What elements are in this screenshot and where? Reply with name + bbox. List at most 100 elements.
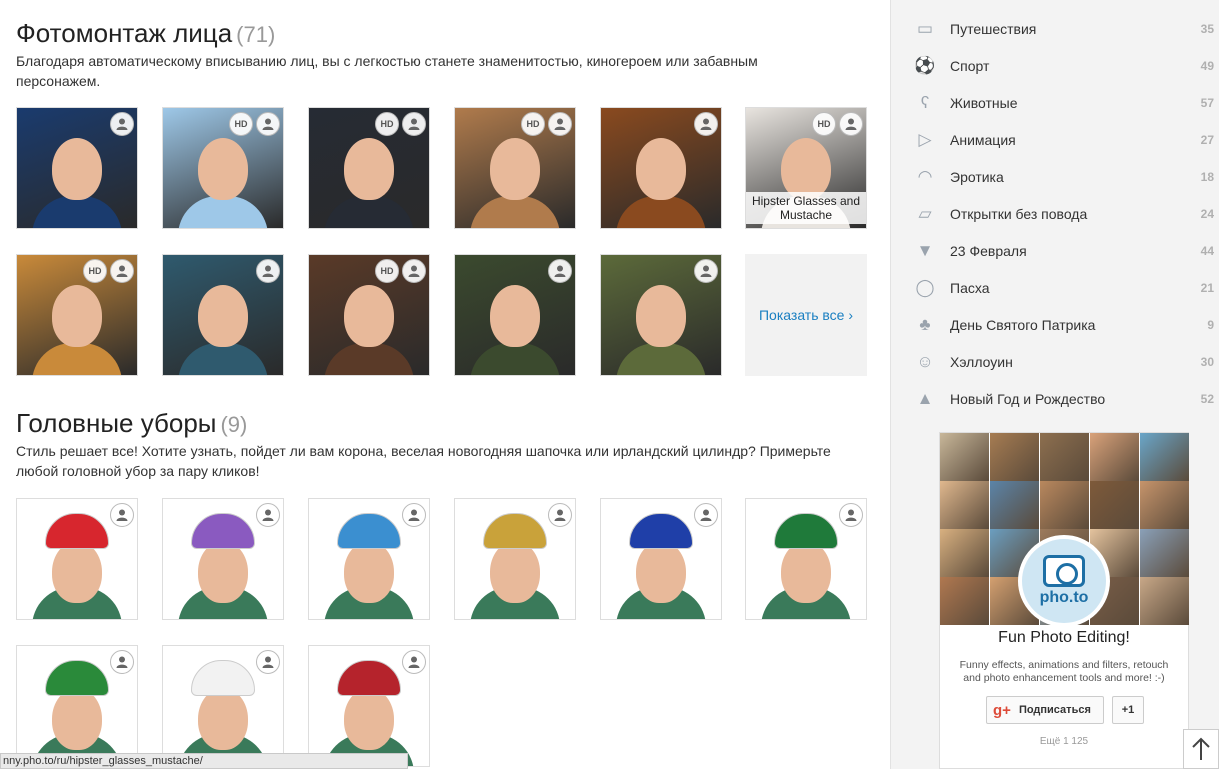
hat-shape — [191, 513, 255, 549]
suitcase-icon: ▭ — [916, 18, 934, 38]
mosaic-photo — [1140, 481, 1189, 529]
show-all-button[interactable]: Показать все › — [745, 254, 867, 376]
user-icon — [548, 112, 572, 136]
sidebar-category[interactable]: ▱ Открытки без повода 24 — [891, 195, 1219, 232]
sidebar-category[interactable]: ⚽ Спорт 49 — [891, 47, 1219, 84]
category-count: 49 — [1200, 58, 1214, 73]
tie-icon: ▼ — [916, 240, 934, 260]
sidebar-category[interactable]: ▼ 23 Февраля 44 — [891, 232, 1219, 269]
face-montage-tile[interactable] — [600, 107, 722, 229]
tile-face — [198, 688, 248, 750]
category-label: Новый Год и Рождество — [950, 390, 1106, 407]
sidebar: ▭ Путешествия 35 ⚽ Спорт 49 ʕ Животные 57 ▷ Анимац… — [890, 0, 1219, 769]
face-montage-tile[interactable]: HD — [16, 254, 138, 376]
tile-face — [198, 541, 248, 603]
hd-badge: HD — [375, 112, 399, 136]
lips-icon: ◠ — [917, 166, 933, 186]
face-montage-tile[interactable] — [600, 254, 722, 376]
hd-badge: HD — [812, 112, 836, 136]
user-icon — [548, 259, 572, 283]
face-section-description: Благодаря автоматическому вписыванию лиц… — [16, 53, 758, 89]
headwear-tile[interactable] — [162, 645, 284, 767]
santa-hat-icon: ▲ — [916, 388, 934, 408]
show-all-label: Показать все › — [758, 307, 854, 323]
hat-shape — [45, 660, 109, 696]
face-montage-tile[interactable]: HD — [308, 107, 430, 229]
tile-face — [198, 285, 248, 347]
user-icon — [548, 503, 572, 527]
user-icon — [402, 650, 426, 674]
face-montage-tile[interactable] — [162, 254, 284, 376]
tile-face — [344, 285, 394, 347]
plus-one-button[interactable]: +1 — [1112, 696, 1144, 724]
mosaic-photo — [940, 529, 989, 577]
camera-icon — [1043, 555, 1085, 587]
subscribe-button[interactable]: g+ Подписаться — [986, 696, 1104, 724]
user-icon — [110, 650, 134, 674]
scroll-to-top-button[interactable] — [1183, 729, 1219, 769]
category-label: Спорт — [950, 57, 990, 74]
sidebar-category[interactable]: ▭ Путешествия 35 — [891, 10, 1219, 47]
arrow-up-icon — [1192, 737, 1210, 760]
headwear-tile[interactable] — [16, 498, 138, 620]
headwear-tile[interactable] — [162, 498, 284, 620]
bear-face-icon: ʕ — [920, 92, 930, 112]
category-count: 24 — [1200, 206, 1214, 221]
hd-badge: HD — [83, 259, 107, 283]
widget-title[interactable]: Fun Photo Editing! — [940, 629, 1188, 647]
gplus-widget: pho.to Fun Photo Editing! Funny effects,… — [939, 432, 1189, 769]
pumpkin-icon: ☺ — [916, 351, 934, 371]
headwear-tile[interactable] — [745, 498, 867, 620]
headwear-tile[interactable] — [308, 498, 430, 620]
user-icon — [839, 503, 863, 527]
tile-face — [490, 285, 540, 347]
hat-shape — [483, 513, 547, 549]
photo-logo[interactable]: pho.to — [1018, 535, 1110, 627]
face-montage-tile[interactable]: HD Hipster Glasses and Mustache — [745, 107, 867, 229]
tile-caption: Hipster Glasses and Mustache — [746, 192, 866, 224]
tile-face — [52, 285, 102, 347]
headwear-tile[interactable] — [308, 645, 430, 767]
tile-face — [52, 541, 102, 603]
user-icon — [694, 503, 718, 527]
tile-face — [636, 285, 686, 347]
face-montage-tile[interactable]: HD — [162, 107, 284, 229]
category-count: 44 — [1200, 243, 1214, 258]
category-label: Пасха — [950, 279, 990, 296]
user-icon — [110, 259, 134, 283]
user-icon — [256, 112, 280, 136]
user-icon — [694, 259, 718, 283]
category-label: Эротика — [950, 168, 1004, 185]
google-plus-icon: g+ — [993, 701, 1011, 719]
sidebar-category[interactable]: ☺ Хэллоуин 30 — [891, 343, 1219, 380]
category-count: 30 — [1200, 354, 1214, 369]
hat-section-title: Головные уборы (9) — [16, 408, 247, 439]
soccer-ball-icon: ⚽ — [914, 55, 936, 75]
tile-face — [781, 541, 831, 603]
hat-shape — [774, 513, 838, 549]
headwear-tile[interactable] — [600, 498, 722, 620]
face-montage-tile[interactable] — [454, 254, 576, 376]
face-section-count: (71) — [236, 22, 276, 47]
face-montage-tile[interactable]: HD — [454, 107, 576, 229]
sidebar-category[interactable]: ◠ Эротика 18 — [891, 158, 1219, 195]
user-icon — [402, 503, 426, 527]
face-montage-tile[interactable] — [16, 107, 138, 229]
widget-description: Funny effects, animations and filters, r… — [959, 659, 1169, 684]
tile-face — [198, 138, 248, 200]
category-label: Анимация — [950, 131, 1016, 148]
sidebar-category[interactable]: ▷ Анимация 27 — [891, 121, 1219, 158]
headwear-tile[interactable] — [454, 498, 576, 620]
face-montage-tile[interactable]: HD — [308, 254, 430, 376]
sidebar-category[interactable]: ʕ Животные 57 — [891, 84, 1219, 121]
subscribe-label: Подписаться — [1018, 704, 1091, 716]
user-icon — [256, 650, 280, 674]
headwear-tile[interactable] — [16, 645, 138, 767]
sidebar-category[interactable]: ▲ Новый Год и Рождество 52 — [891, 380, 1219, 417]
face-section-title-text: Фотомонтаж лица — [16, 18, 233, 48]
status-bar-url: nny.pho.to/ru/hipster_glasses_mustache/ — [0, 753, 408, 769]
tile-face — [636, 541, 686, 603]
sidebar-category[interactable]: ♣ День Святого Патрика 9 — [891, 306, 1219, 343]
hat-section-title-text: Головные уборы — [16, 408, 217, 438]
sidebar-category[interactable]: ◯ Пасха 21 — [891, 269, 1219, 306]
